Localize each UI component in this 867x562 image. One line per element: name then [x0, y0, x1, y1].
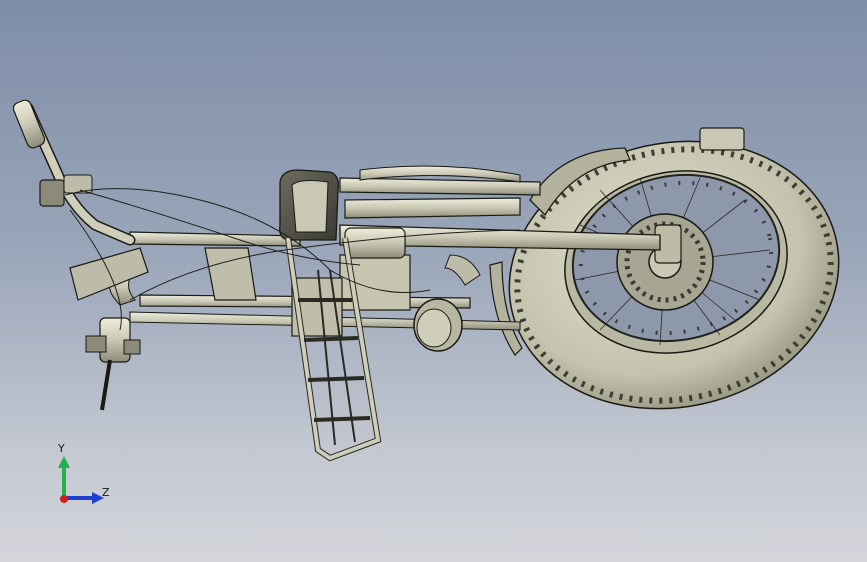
motor-cylinder-cap: [416, 308, 452, 348]
rear-wheel[interactable]: [484, 111, 864, 438]
chainstay-part: [444, 254, 481, 286]
y-axis-arrowhead: [58, 456, 70, 468]
handlebar[interactable]: [12, 98, 136, 246]
seat-clamp: [344, 227, 406, 259]
z-axis-label: Z: [102, 486, 110, 499]
seat-cushion: [291, 180, 329, 233]
view-orientation-triad: [58, 456, 104, 504]
front-mount-plate: [69, 247, 149, 301]
y-axis-label: Y: [58, 442, 65, 455]
brake-lever: [39, 179, 65, 207]
front-fork: [85, 317, 141, 411]
rear-light: [699, 127, 745, 151]
fold-plate: [204, 247, 257, 301]
graphics-viewport[interactable]: Y Z: [0, 0, 867, 562]
folding-bike-model[interactable]: [0, 0, 867, 562]
x-axis-dot: [60, 495, 68, 503]
